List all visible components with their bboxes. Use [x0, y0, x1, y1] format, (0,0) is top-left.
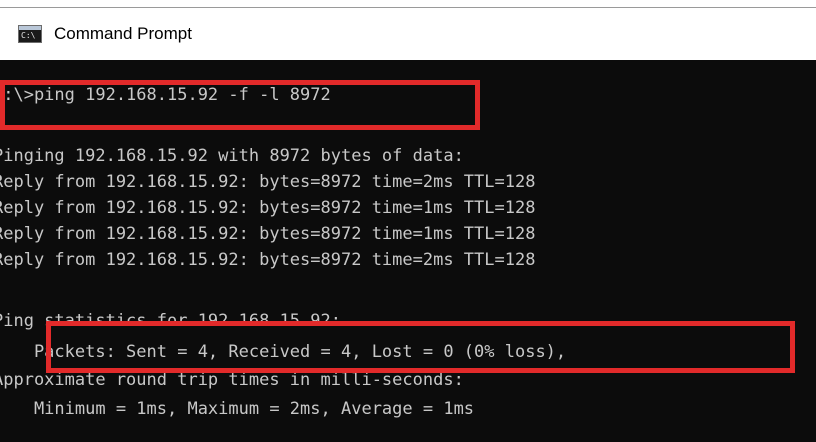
console-output[interactable]: C:\>ping 192.168.15.92 -f -l 8972 Pingin… — [0, 60, 816, 442]
window-top-edge — [0, 0, 816, 8]
console-line: Reply from 192.168.15.92: bytes=8972 tim… — [0, 250, 536, 270]
round-trip-times-line: Minimum = 1ms, Maximum = 2ms, Average = … — [0, 399, 475, 419]
console-line: Pinging 192.168.15.92 with 8972 bytes of… — [0, 146, 464, 166]
command-prompt-icon: C:\ — [18, 25, 42, 43]
command-prompt-window: C:\ Command Prompt C:\>ping 192.168.15.9… — [0, 0, 816, 442]
round-trip-header-line: Approximate round trip times in milli-se… — [0, 370, 464, 390]
statistics-header-line: Ping statistics for 192.168.15.92: — [0, 311, 341, 331]
console-line: Reply from 192.168.15.92: bytes=8972 tim… — [0, 172, 536, 192]
console-line: Reply from 192.168.15.92: bytes=8972 tim… — [0, 224, 536, 244]
window-title: Command Prompt — [54, 24, 192, 43]
console-line: Reply from 192.168.15.92: bytes=8972 tim… — [0, 198, 536, 218]
packets-summary-line: Packets: Sent = 4, Received = 4, Lost = … — [0, 342, 567, 362]
title-bar[interactable]: C:\ Command Prompt — [0, 8, 816, 60]
command-line: C:\>ping 192.168.15.92 -f -l 8972 — [0, 85, 331, 105]
